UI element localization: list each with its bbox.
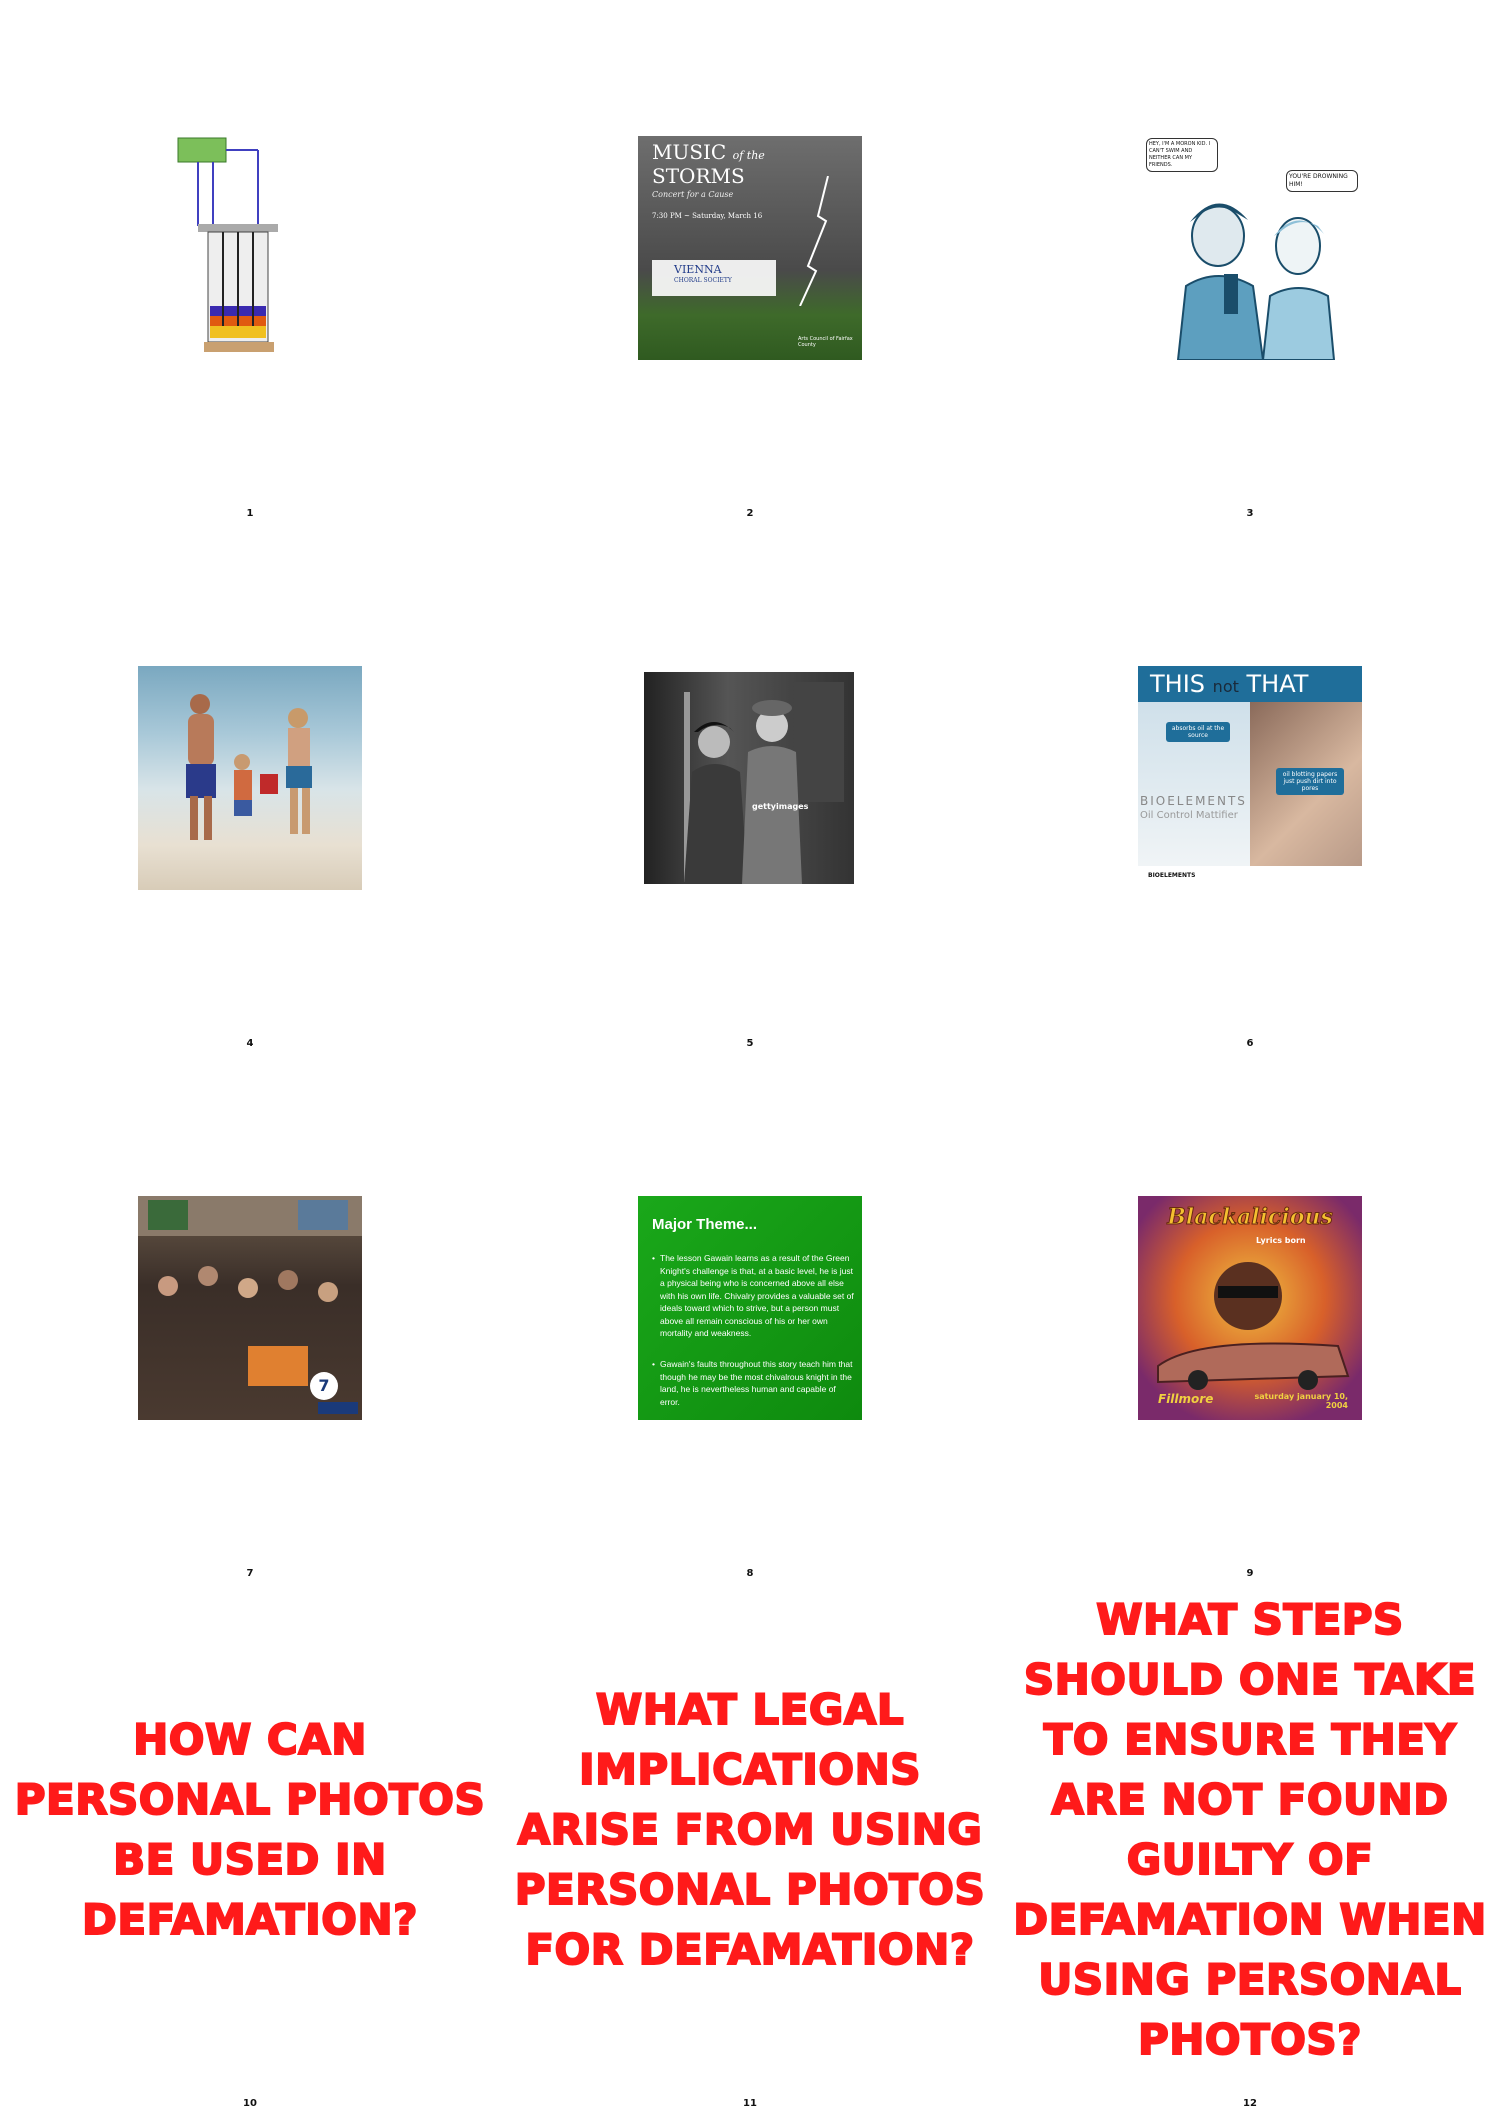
- grid-cell-4[interactable]: 4: [2, 530, 498, 1055]
- comic-thumbnail[interactable]: HEY, I'M A MORON KID. I CAN'T SWIM AND N…: [1138, 136, 1362, 360]
- question-text: HOW CAN PERSONAL PHOTOS BE USED IN DEFAM…: [14, 1714, 486, 1945]
- thumbnail-number: 6: [1246, 1038, 1254, 1049]
- poster-time: 7:30 PM ~ Saturday, March 16: [652, 212, 763, 220]
- ad-header: THIS not THAT: [1138, 666, 1362, 702]
- grid-cell-10[interactable]: HOW CAN PERSONAL PHOTOS BE USED IN DEFAM…: [2, 1590, 498, 2115]
- speech-bubble-right: YOU'RE DROWNING HIM!: [1286, 170, 1358, 192]
- beach-photo-thumbnail[interactable]: [138, 666, 362, 890]
- thumbnail-number: 8: [746, 1568, 754, 1579]
- speech-bubble-left: HEY, I'M A MORON KID. I CAN'T SWIM AND N…: [1146, 138, 1218, 172]
- grid-cell-11[interactable]: WHAT LEGAL IMPLICATIONS ARISE FROM USING…: [502, 1590, 998, 2115]
- thumbnail-number: 12: [1243, 2098, 1257, 2109]
- thumbnail-number: 9: [1246, 1568, 1254, 1579]
- slide-heading: Major Theme...: [652, 1216, 758, 1233]
- music-poster-thumbnail[interactable]: Blackalicious Lyrics born Fillmore satur…: [1138, 1196, 1362, 1420]
- question-text: WHAT LEGAL IMPLICATIONS ARISE FROM USING…: [514, 1684, 986, 1975]
- choral-society-logo: VIENNA CHORAL SOCIETY: [652, 260, 776, 296]
- grid-cell-6[interactable]: THIS not THAT absorbs oil at the source …: [1002, 530, 1498, 1055]
- thumbnail-number: 5: [746, 1038, 754, 1049]
- poster-title: MUSIC of the STORMS: [652, 140, 765, 188]
- product-brand: BIOELEMENTS: [1140, 794, 1247, 808]
- grid-cell-2[interactable]: MUSIC of the STORMS Concert for a Cause …: [502, 0, 998, 525]
- grid-cell-8[interactable]: Major Theme... • The lesson Gawain learns…: [502, 1060, 998, 1585]
- thumbnail-number: 4: [246, 1038, 254, 1049]
- lightning-icon: [799, 176, 829, 306]
- crowd-news-thumbnail[interactable]: 7: [138, 1196, 362, 1420]
- electrochemical-diagram-thumbnail[interactable]: [138, 136, 362, 360]
- grid-cell-1[interactable]: 1: [2, 0, 498, 525]
- product-name: Oil Control Mattifier: [1140, 810, 1238, 821]
- grid-cell-3[interactable]: HEY, I'M A MORON KID. I CAN'T SWIM AND N…: [1002, 0, 1498, 525]
- concert-poster-thumbnail[interactable]: MUSIC of the STORMS Concert for a Cause …: [638, 136, 862, 360]
- ad-bubble-b: oil blotting papers just push dirt into …: [1276, 768, 1344, 795]
- thumbnail-number: 11: [743, 2098, 757, 2109]
- grid-cell-9[interactable]: Blackalicious Lyrics born Fillmore satur…: [1002, 1060, 1498, 1585]
- slide-bullet-1: • The lesson Gawain learns as a result of…: [652, 1253, 854, 1338]
- abc7-logo: 7: [318, 1376, 330, 1395]
- gettyimages-watermark: gettyimages: [752, 802, 809, 811]
- thumbnail-number: 2: [746, 508, 754, 519]
- slide-thumbnail[interactable]: Major Theme... • The lesson Gawain learns…: [638, 1196, 862, 1420]
- grid-cell-7[interactable]: 7 7: [2, 1060, 498, 1585]
- thumbnail-number: 7: [246, 1568, 254, 1579]
- ad-bubble-a: absorbs oil at the source: [1166, 722, 1230, 742]
- poster-subtitle: Concert for a Cause: [652, 190, 734, 199]
- thumbnail-number: 1: [246, 508, 254, 519]
- thumbnail-number: 3: [1246, 508, 1254, 519]
- vintage-photo-thumbnail[interactable]: gettyimages: [638, 666, 862, 890]
- question-text: WHAT STEPS SHOULD ONE TAKE TO ENSURE THE…: [1012, 1594, 1487, 2065]
- skincare-ad-thumbnail[interactable]: THIS not THAT absorbs oil at the source …: [1138, 666, 1362, 890]
- poster-date: saturday january 10, 2004: [1254, 1392, 1348, 1410]
- thumbnail-number: 10: [243, 2098, 257, 2109]
- grid-cell-5[interactable]: gettyimages 5: [502, 530, 998, 1055]
- sponsor-logo: Arts Council of Fairfax County: [798, 336, 853, 348]
- slide-bullet-2: • Gawain's faults throughout this story t…: [652, 1359, 853, 1407]
- footer-brand: BIOELEMENTS: [1148, 872, 1196, 879]
- poster-venue: Fillmore: [1158, 1392, 1214, 1406]
- grid-cell-12[interactable]: WHAT STEPS SHOULD ONE TAKE TO ENSURE THE…: [1002, 1590, 1498, 2115]
